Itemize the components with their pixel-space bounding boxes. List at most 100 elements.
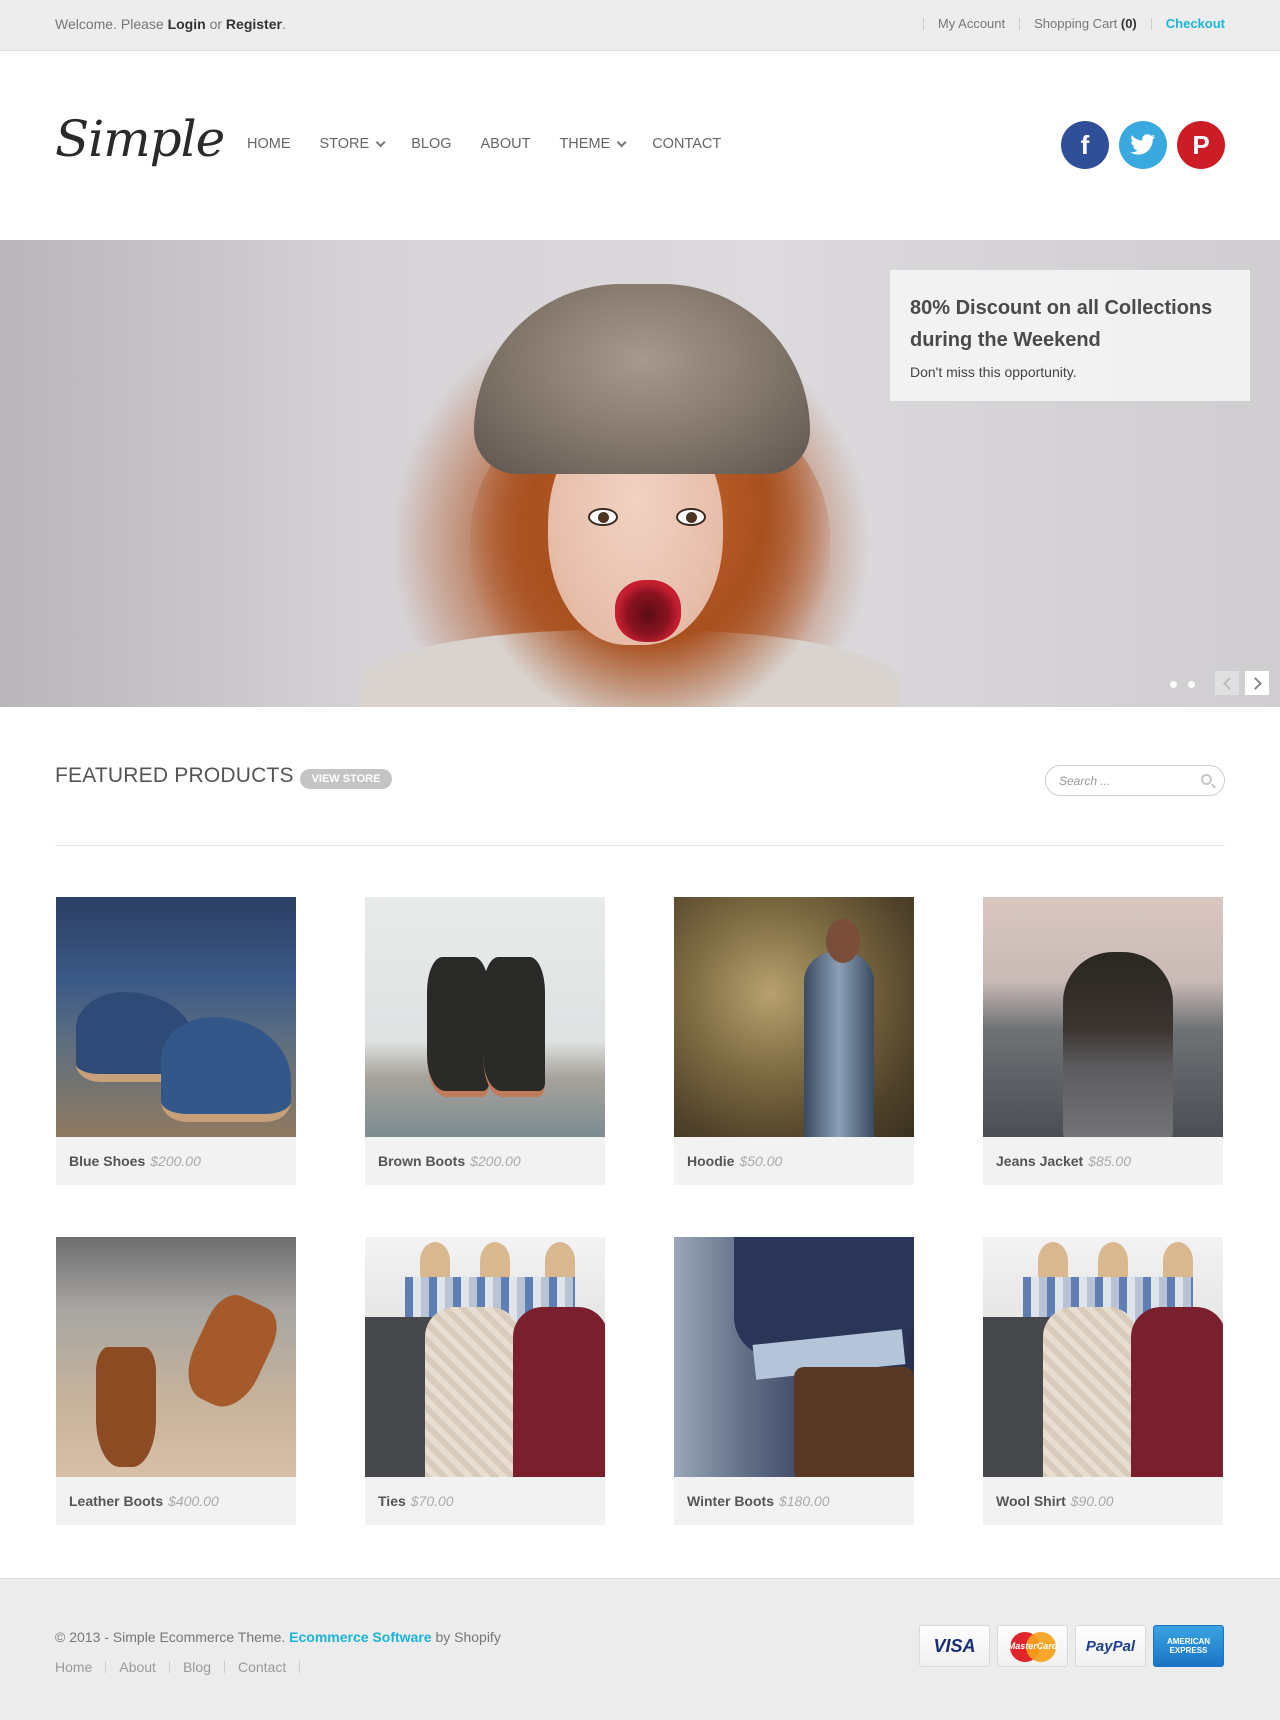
product-price: $70.00 [410,1493,454,1509]
product-name: Brown Boots [378,1153,466,1169]
search-box [1045,765,1225,796]
search-icon[interactable] [1201,774,1212,785]
divider [922,17,924,30]
divider [105,1661,107,1673]
visa-icon: VISA [919,1625,990,1667]
product-image [365,897,605,1137]
product-name: Winter Boots [687,1493,774,1509]
product-price: $180.00 [778,1493,830,1509]
slider-dot[interactable] [1170,681,1177,688]
product-image [365,1237,605,1477]
copyright-text: © 2013 - Simple Ecommerce Theme. [55,1629,290,1645]
nav-label: ABOUT [480,136,531,152]
shopping-cart-link[interactable]: Shopping Cart (0) [1034,16,1137,31]
checkout-link[interactable]: Checkout [1166,16,1225,31]
twitter-icon[interactable] [1119,121,1167,169]
or-text: or [205,16,226,32]
section-title: FEATURED PRODUCTS [55,764,294,787]
product-image [56,1237,296,1477]
chevron-left-icon [1222,676,1236,690]
chevron-down-icon [616,136,627,147]
login-link[interactable]: Login [168,16,206,32]
copyright-suffix: by Shopify [431,1629,501,1645]
slider-dot[interactable] [1188,681,1195,688]
footer-link-blog[interactable]: Blog [183,1659,211,1675]
product-image [674,897,914,1137]
product-card[interactable]: Leather Boots $400.00 [56,1237,296,1525]
product-image [674,1237,914,1477]
nav-blog[interactable]: BLOG [411,136,451,152]
product-image [56,897,296,1137]
nav-label: CONTACT [652,136,722,152]
product-card[interactable]: Wool Shirt $90.00 [983,1237,1223,1525]
divider [168,1661,170,1673]
product-image [983,897,1223,1137]
period-text: . [281,16,286,32]
pinterest-icon[interactable]: P [1177,121,1225,169]
chevron-right-icon [1248,676,1262,690]
mastercard-icon: MasterCard [997,1625,1068,1667]
promo-title-line: during the Weekend [910,329,1101,351]
nav-label: STORE [319,136,370,152]
divider [1150,17,1152,30]
welcome-message: Welcome. Please Login or Register. [55,16,286,32]
mastercard-label: MasterCard [1007,1641,1058,1651]
product-name: Leather Boots [69,1493,164,1509]
product-name: Hoodie [687,1153,735,1169]
view-store-button[interactable]: VIEW STORE [300,769,392,789]
promo-title-line: 80% Discount on all Collections [910,297,1213,319]
hero-eye [676,508,706,526]
chevron-down-icon [375,136,386,147]
hero-mouth [615,580,681,642]
amex-icon: AMERICAN EXPRESS [1153,1625,1224,1667]
product-name: Ties [378,1493,406,1509]
facebook-icon[interactable]: f [1061,121,1109,169]
slider-prev-button[interactable] [1215,671,1239,695]
logo[interactable]: Simple [55,110,225,168]
welcome-text: Welcome. Please [55,16,168,32]
nav-home[interactable]: HOME [247,136,291,152]
product-card[interactable]: Ties $70.00 [365,1237,605,1525]
product-price: $85.00 [1088,1153,1132,1169]
product-image [983,1237,1223,1477]
twitter-bird-icon [1130,134,1156,155]
paypal-icon: PayPal [1075,1625,1146,1667]
product-card[interactable]: Jeans Jacket $85.00 [983,897,1223,1185]
product-price: $200.00 [150,1153,201,1169]
nav-label: THEME [559,136,611,152]
divider [1019,17,1021,30]
product-price: $400.00 [168,1493,219,1509]
product-price: $50.00 [739,1153,783,1169]
product-card[interactable]: Brown Boots $200.00 [365,897,605,1185]
footer-links: Home About Blog Contact [55,1659,313,1675]
divider [299,1661,301,1673]
footer-link-about[interactable]: About [119,1659,156,1675]
product-card[interactable]: Winter Boots $180.00 [674,1237,914,1525]
promo-subtitle: Don't miss this opportunity. [910,364,1077,380]
nav-about[interactable]: ABOUT [481,136,531,152]
account-links: My Account Shopping Cart (0) Checkout [909,16,1225,31]
product-card[interactable]: Hoodie $50.00 [674,897,914,1185]
promo-caption: 80% Discount on all Collections during t… [890,270,1250,401]
divider [223,1661,225,1673]
my-account-link[interactable]: My Account [938,16,1005,31]
product-name: Blue Shoes [69,1153,146,1169]
slider-next-button[interactable] [1245,671,1269,695]
nav-label: BLOG [411,136,452,152]
ecommerce-software-link[interactable]: Ecommerce Software [289,1629,431,1645]
nav-theme[interactable]: THEME [559,136,627,152]
nav-store[interactable]: STORE [319,136,386,152]
nav-contact[interactable]: CONTACT [652,136,721,152]
promo-title: 80% Discount on all Collections during t… [910,292,1230,356]
copyright: © 2013 - Simple Ecommerce Theme. Ecommer… [55,1629,501,1645]
footer-link-home[interactable]: Home [55,1659,92,1675]
cart-label: Shopping Cart [1034,16,1118,31]
cart-count: (0) [1120,16,1137,31]
hero-eye [588,508,618,526]
footer-link-contact[interactable]: Contact [238,1659,286,1675]
main-nav: HOME STORE BLOG ABOUT THEME CONTACT [247,136,750,152]
search-input[interactable] [1059,766,1199,795]
slider-dots [1170,681,1206,688]
product-card[interactable]: Blue Shoes $200.00 [56,897,296,1185]
register-link[interactable]: Register [226,16,282,32]
